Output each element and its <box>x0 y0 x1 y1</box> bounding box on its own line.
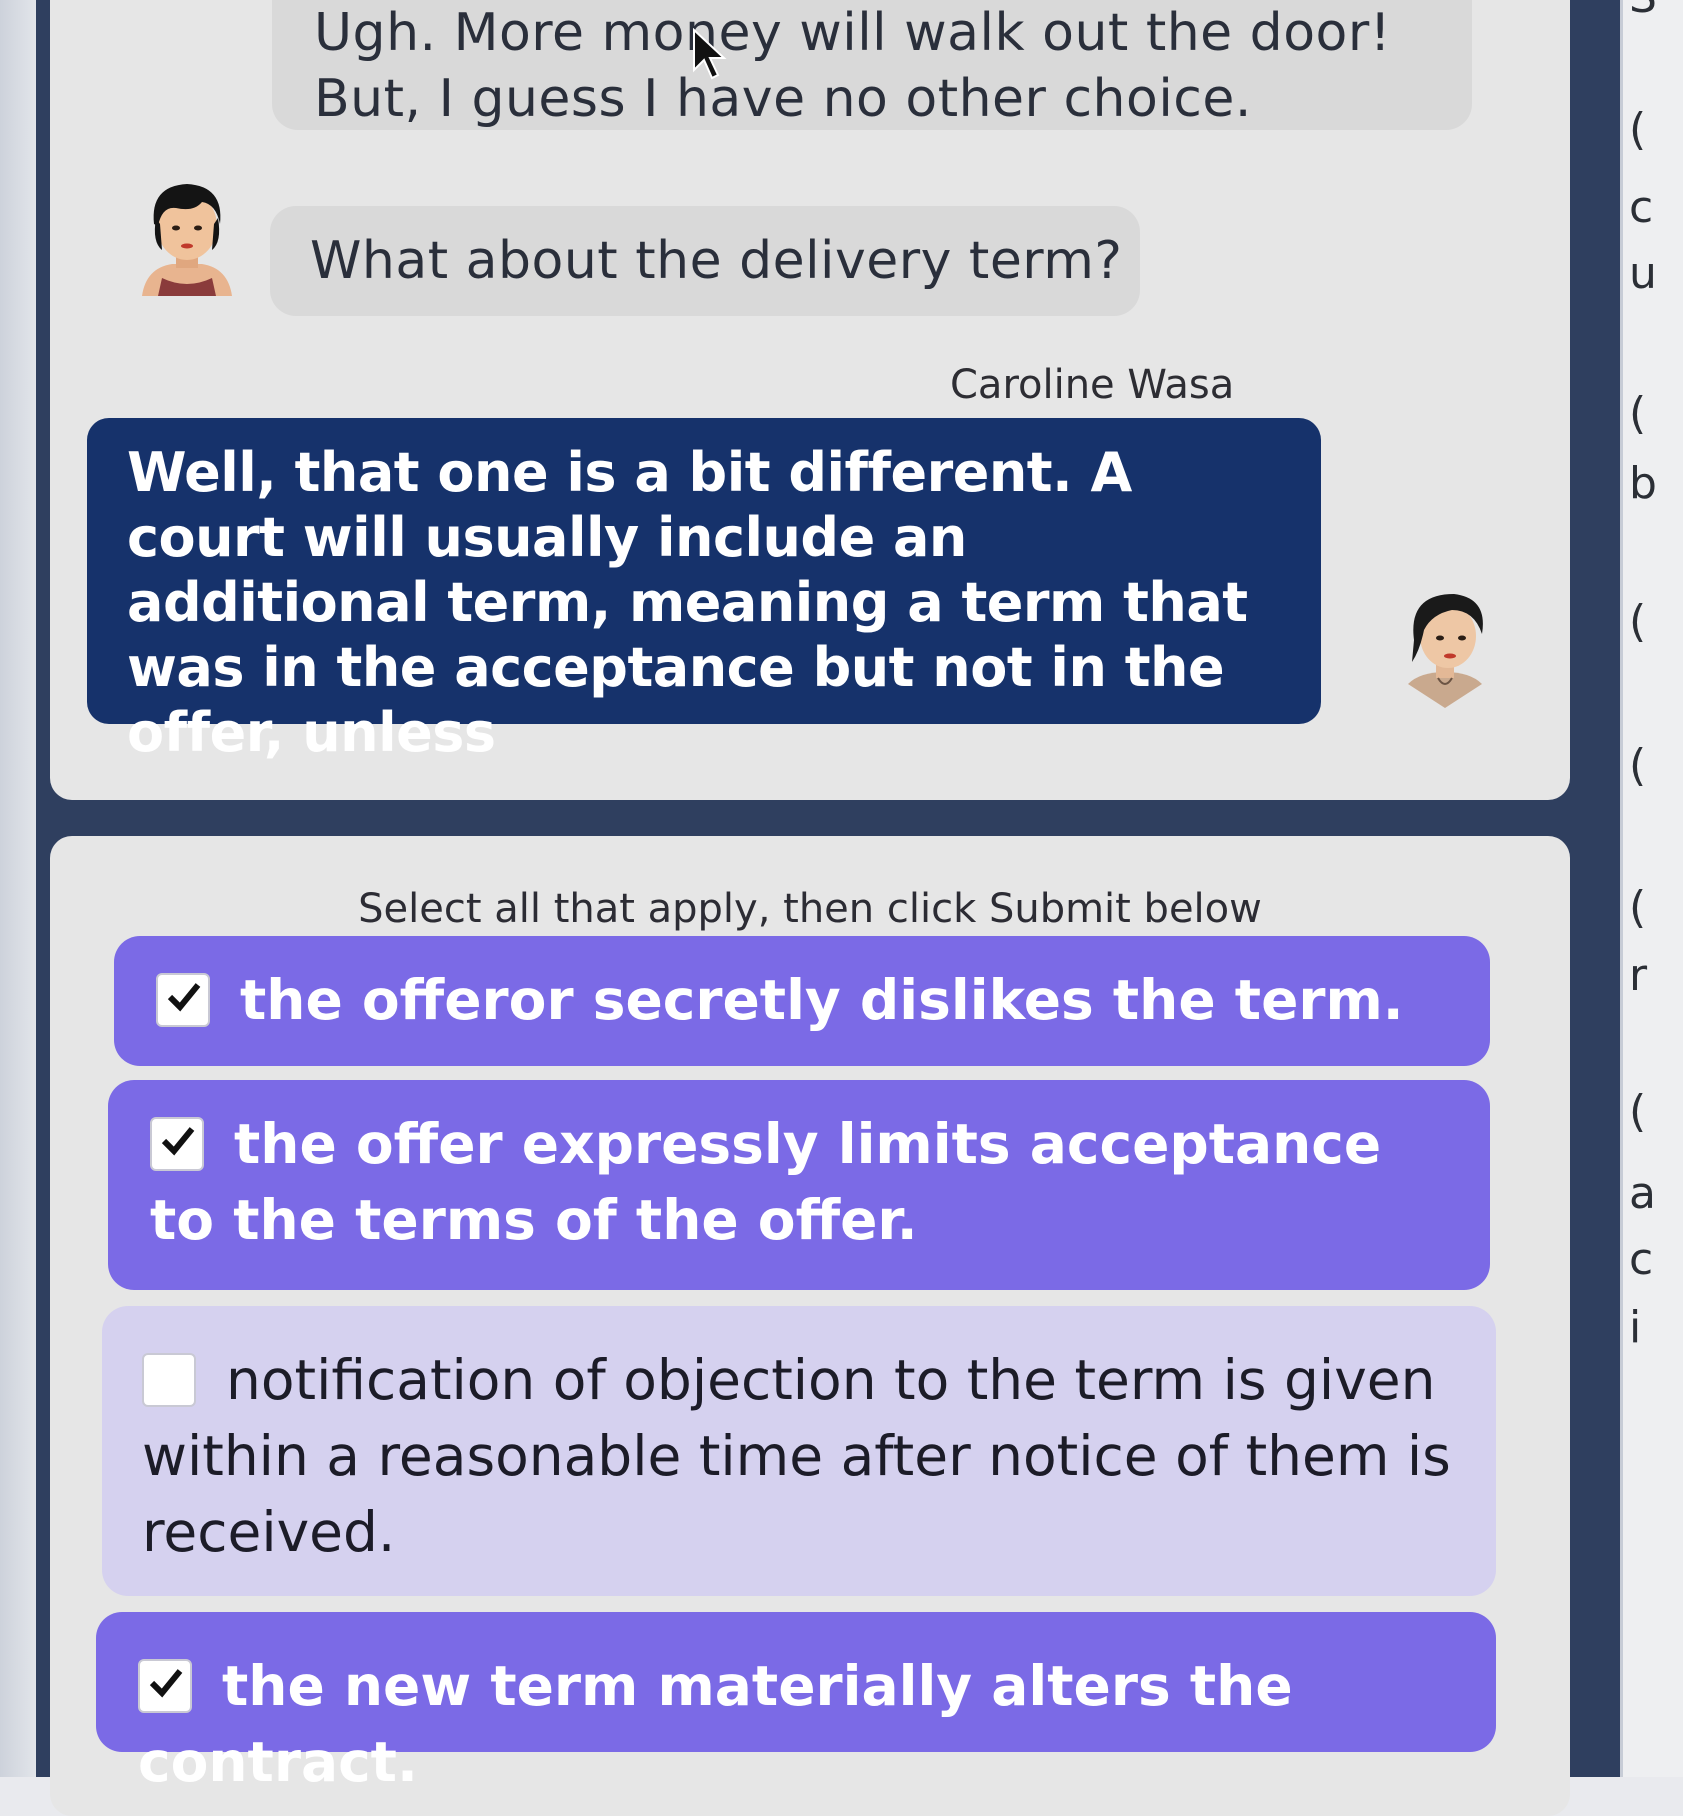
side-glyph: a <box>1629 1168 1656 1219</box>
speaker-name: Caroline Wasa <box>950 362 1235 408</box>
answer-option[interactable]: the new term materially alters the contr… <box>96 1612 1496 1794</box>
side-glyph: ( <box>1629 104 1647 155</box>
side-glyph: u <box>1629 248 1657 299</box>
speaker-avatar-icon <box>1408 594 1483 708</box>
quiz-prompt: Select all that apply, then click Submit… <box>358 886 1262 932</box>
side-glyph: ( <box>1629 882 1647 933</box>
answer-option[interactable]: notification of objection to the term is… <box>102 1306 1496 1596</box>
side-glyph: r <box>1629 950 1648 1001</box>
checkmark-icon <box>161 1127 195 1156</box>
side-glyph: i <box>1629 1302 1642 1353</box>
answer-option[interactable]: the offeror secretly dislikes the term. <box>114 936 1490 1066</box>
answer-option-label: the new term materially alters the contr… <box>138 1654 1293 1794</box>
mouse-cursor-icon <box>693 28 727 80</box>
checkbox-checked[interactable] <box>138 1659 192 1713</box>
side-glyph: ( <box>1629 596 1647 647</box>
user-avatar-icon <box>142 184 232 296</box>
speaker-message-bubble: Well, that one is a bit different. A cou… <box>87 418 1321 764</box>
checkbox-checked[interactable] <box>156 973 210 1027</box>
answer-option-label: the offer expressly limits acceptance to… <box>150 1112 1382 1252</box>
chat-panel: Ugh. More money will walk out the door! … <box>50 0 1570 800</box>
side-glyph: b <box>1629 458 1657 509</box>
user-message-text: What about the delivery term? <box>310 231 1123 291</box>
user-message-text: Ugh. More money will walk out the door! … <box>314 3 1392 129</box>
side-glyph: S <box>1629 0 1657 20</box>
side-glyph: ( <box>1629 1086 1647 1137</box>
quiz-panel: Select all that apply, then click Submit… <box>50 836 1570 1816</box>
checkbox-unchecked[interactable] <box>142 1353 196 1407</box>
speaker-message-text: Well, that one is a bit different. A cou… <box>127 441 1248 764</box>
side-glyph: ( <box>1629 740 1647 791</box>
user-message-bubble: Ugh. More money will walk out the door! … <box>272 0 1472 130</box>
side-glyph: c <box>1629 182 1654 233</box>
checkmark-icon <box>149 1669 183 1698</box>
answer-option-label: the offeror secretly dislikes the term. <box>240 968 1404 1032</box>
left-edge <box>0 0 36 1777</box>
side-glyph: c <box>1629 1234 1654 1285</box>
right-side-panel: S ( c u ( b ( ( ( r ( a c i <box>1620 0 1683 1777</box>
checkmark-icon <box>167 983 201 1012</box>
checkbox-checked[interactable] <box>150 1117 204 1171</box>
answer-option-label: notification of objection to the term is… <box>142 1348 1451 1564</box>
answer-option[interactable]: the offer expressly limits acceptance to… <box>108 1080 1490 1290</box>
user-message-bubble: What about the delivery term? <box>270 206 1140 316</box>
side-glyph: ( <box>1629 388 1647 439</box>
